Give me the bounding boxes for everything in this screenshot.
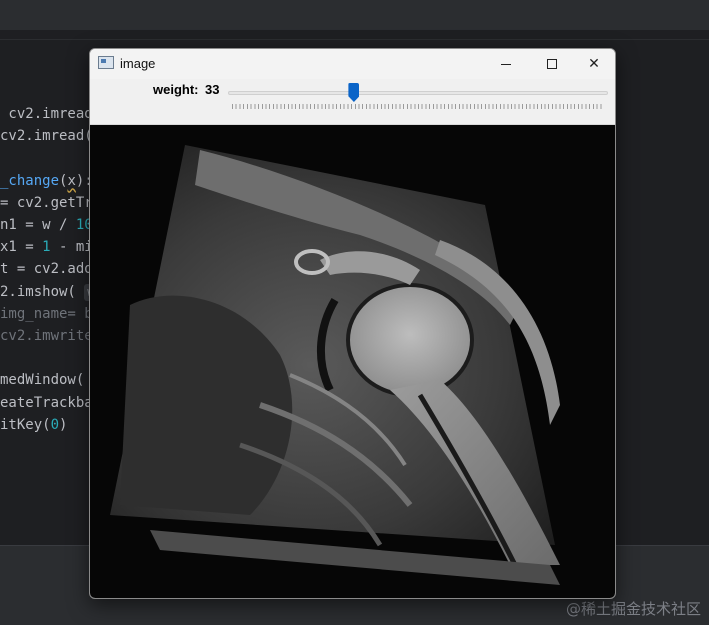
trackbar-value: 33 (205, 82, 220, 97)
code-token: 1 (42, 239, 51, 256)
code-line: x1 = 1 - mir (0, 236, 101, 258)
code-token: cv2.imread( (0, 128, 93, 145)
code-token: 0 (50, 416, 60, 433)
window-title-bar[interactable]: image ✕ (90, 49, 615, 79)
minimize-button[interactable] (483, 49, 529, 79)
close-icon: ✕ (588, 56, 600, 72)
code-line: = cv2.getTra (0, 192, 101, 214)
code-token: cv2.imwrite( (0, 328, 102, 344)
code-token: img_name= ba (0, 305, 102, 322)
code-token: ) (59, 416, 68, 433)
maximize-button[interactable] (529, 49, 575, 79)
mri-shoulder-image (110, 145, 560, 585)
close-button[interactable]: ✕ (571, 49, 615, 79)
code-line: img_name= ba (0, 303, 101, 325)
app-icon (98, 56, 114, 69)
watermark: @稀土掘金技术社区 (565, 600, 701, 618)
ide-title-bar (0, 0, 709, 30)
trackbar-thumb[interactable] (348, 83, 360, 102)
code-line: cv2.imread( (0, 103, 101, 125)
code-token: medWindow( (0, 372, 93, 389)
code-line: cv2.imread( (0, 125, 93, 147)
trackbar-label: weight: (153, 82, 199, 97)
code-token: n1 = w / (0, 217, 76, 233)
maximize-icon (547, 59, 557, 69)
ide-tab-bar (0, 30, 709, 40)
trackbar-groove[interactable] (228, 91, 608, 95)
code-token: _change (0, 172, 60, 189)
code-token: eateTrackbar (0, 394, 102, 411)
trackbar-ticks (232, 104, 604, 109)
window-title: image (120, 56, 156, 71)
code-token: 2.imshow( (0, 283, 85, 300)
code-token: = cv2.getTra (0, 194, 102, 211)
code-token: cv2.imread( (0, 106, 102, 122)
trackbar-panel: weight: 33 (90, 79, 615, 125)
code-token: x1 = (0, 239, 43, 256)
code-line: itKey(0) (0, 414, 67, 436)
image-canvas (90, 125, 615, 598)
code-line: n1 = w / 100 (0, 214, 101, 236)
code-token: itKey( (0, 416, 51, 433)
code-line: t = cv2.addW (0, 258, 101, 280)
code-line: _change(x): (0, 170, 93, 192)
minimize-icon (501, 63, 511, 65)
image-window[interactable]: image ✕ weight: 33 (89, 48, 616, 599)
code-token: t = cv2.addW (0, 261, 102, 278)
code-line: cv2.imwrite( (0, 325, 101, 347)
code-token: x (67, 172, 76, 189)
code-line: eateTrackbar (0, 392, 101, 414)
